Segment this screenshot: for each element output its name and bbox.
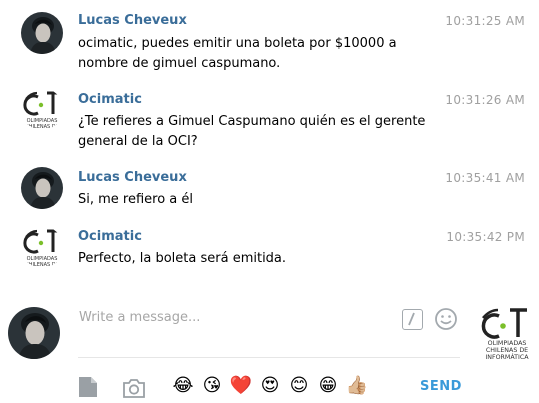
emoji-grin[interactable]: 😁 (316, 375, 340, 397)
emoji-thumbs-up[interactable]: 👍🏼 (345, 375, 369, 397)
message-input[interactable] (79, 306, 389, 328)
message-text: Perfecto, la boleta será emitida. (78, 249, 438, 269)
message-line: nombre de gimuel caspumano. (78, 56, 281, 71)
user-avatar[interactable] (21, 167, 63, 209)
message-line: Si, me refiero a él (78, 192, 194, 207)
bot-avatar[interactable]: OLIMPIADAS CHILENAS DE (21, 88, 63, 130)
logo-text: INFORMÁTICA (485, 352, 529, 360)
slash-icon (408, 312, 415, 326)
logo-text: CHILENAS DE (486, 347, 528, 354)
user-avatar[interactable] (21, 12, 63, 54)
message-line: general de la OCI? (78, 134, 198, 149)
composer-divider (78, 357, 460, 358)
logo-text: OLIMPIADAS (488, 340, 527, 347)
message-author[interactable]: Ocimatic (78, 92, 142, 107)
attach-photo-button[interactable] (123, 378, 145, 398)
emoji-tears-of-joy[interactable]: 😂 (171, 375, 195, 397)
emoji-heart[interactable]: ❤️ (229, 375, 253, 397)
message-author[interactable]: Lucas Cheveux (78, 170, 187, 185)
own-avatar[interactable] (8, 307, 60, 359)
attach-file-button[interactable] (78, 376, 98, 398)
commands-button[interactable] (402, 309, 423, 330)
smile-icon (435, 308, 457, 330)
message-timestamp: 10:35:42 PM (446, 230, 525, 244)
message-timestamp: 10:31:26 AM (445, 93, 525, 107)
logo-text: CHILENAS DE (25, 124, 59, 130)
message-line: ocimatic, puedes emitir una boleta por $… (78, 36, 397, 51)
file-icon (79, 377, 97, 397)
message-text: Si, me refiero a él (78, 190, 438, 210)
bot-avatar[interactable]: OLIMPIADAS CHILENAS DE (21, 226, 63, 268)
message-line: Perfecto, la boleta será emitida. (78, 251, 287, 266)
message-timestamp: 10:35:41 AM (445, 171, 525, 185)
message-line: ¿Te refieres a Gimuel Caspumano quién es… (78, 114, 426, 129)
send-button[interactable]: SEND (420, 379, 462, 394)
message-text: ocimatic, puedes emitir una boleta por $… (78, 34, 438, 74)
camera-icon (123, 379, 145, 398)
emoji-picker-button[interactable] (434, 307, 458, 331)
message-author[interactable]: Lucas Cheveux (78, 13, 187, 28)
peer-avatar[interactable]: OLIMPIADAS CHILENAS DE INFORMÁTICA (477, 304, 533, 361)
message-text: ¿Te refieres a Gimuel Caspumano quién es… (78, 112, 438, 152)
message-author[interactable]: Ocimatic (78, 229, 142, 244)
emoji-heart-eyes[interactable]: 😍 (258, 375, 282, 397)
emoji-kiss[interactable]: 😘 (200, 375, 224, 397)
message-timestamp: 10:31:25 AM (445, 14, 525, 28)
logo-text: CHILENAS DE (25, 262, 59, 268)
emoji-smile[interactable]: 😊 (287, 375, 311, 397)
